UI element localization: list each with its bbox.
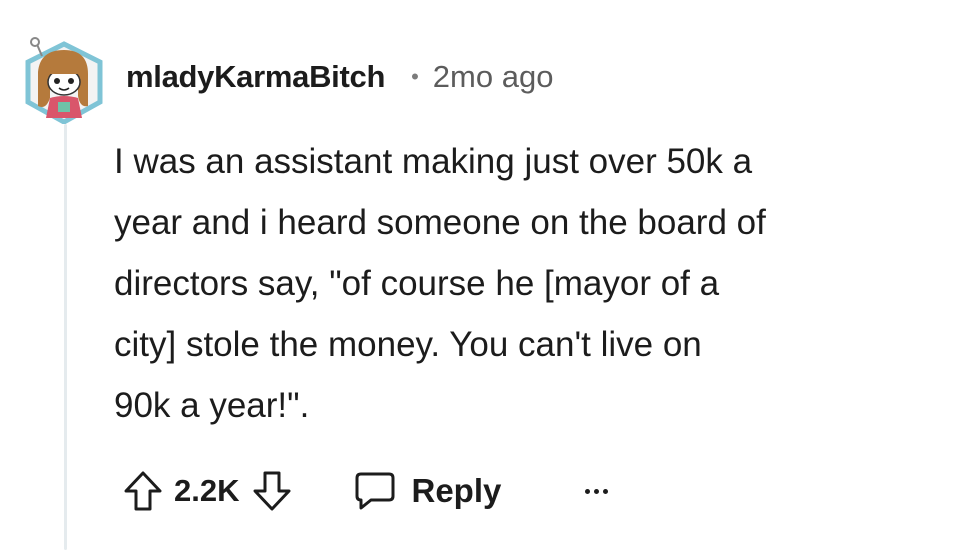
reply-button[interactable]: Reply [353,470,501,512]
timestamp[interactable]: 2mo ago [433,59,554,95]
ellipsis-dot [594,488,600,494]
avatar[interactable] [22,36,106,125]
comment-header: mladyKarmaBitch • 2mo ago [126,55,553,99]
speech-bubble-icon [353,470,397,512]
comment-body: I was an assistant making just over 50k … [114,142,766,425]
more-options-button[interactable] [585,488,609,494]
vote-count: 2.2K [174,473,240,508]
username[interactable]: mladyKarmaBitch [126,59,385,95]
upvote-icon[interactable] [122,469,164,513]
ellipsis-icon [585,488,591,494]
thread-line [64,124,67,550]
avatar-image [25,37,103,125]
meta-separator: • [411,64,419,89]
ellipsis-dot [603,488,609,494]
comment-actions: 2.2K Reply [122,464,609,518]
reply-label: Reply [411,472,502,509]
downvote-icon[interactable] [251,469,293,513]
